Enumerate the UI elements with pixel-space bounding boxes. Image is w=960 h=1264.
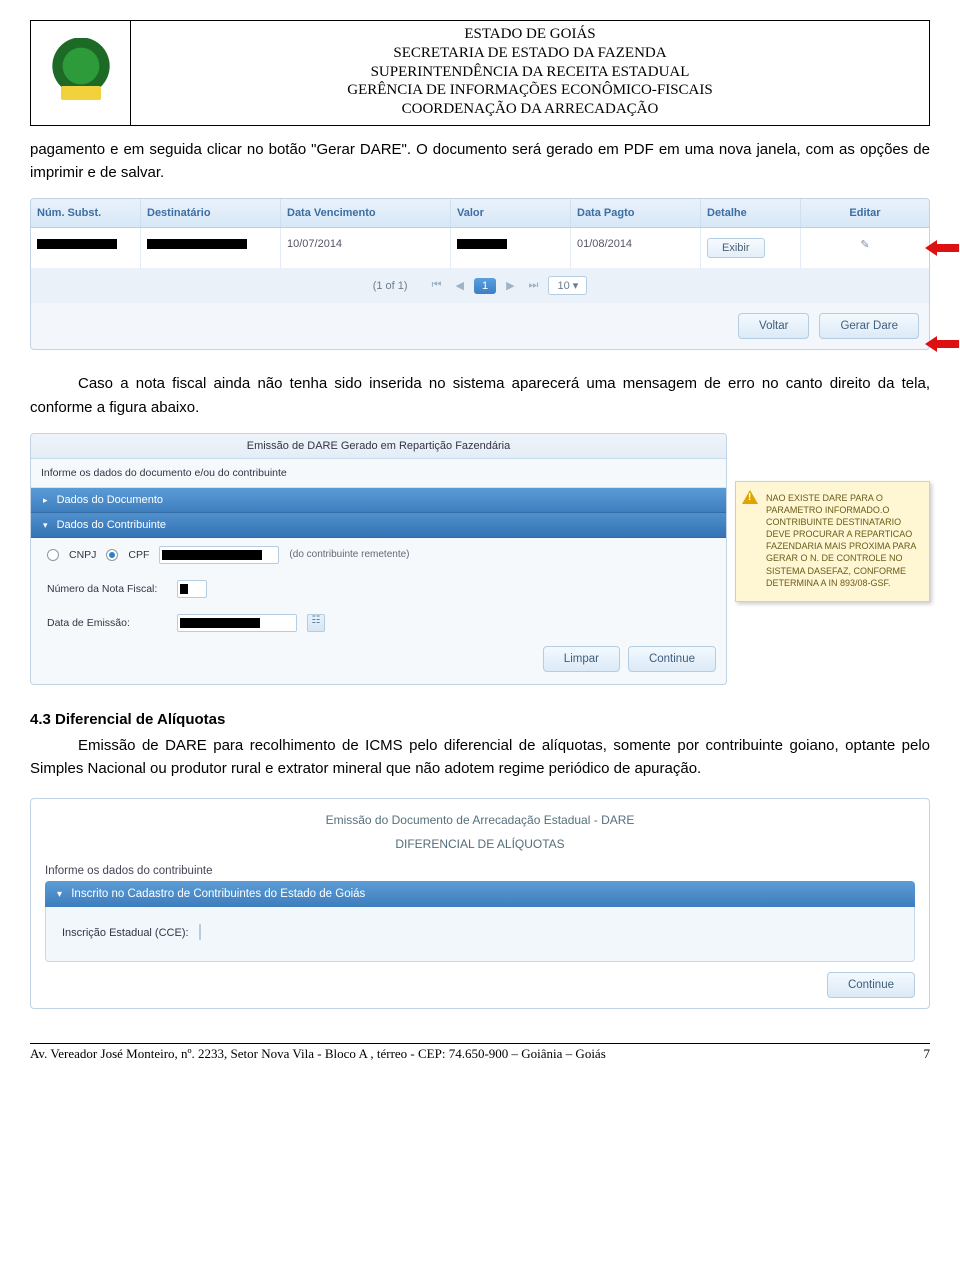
form-title: Emissão de DARE Gerado em Repartição Faz… [31,434,726,459]
radio-cpf[interactable] [106,549,118,561]
pager-current[interactable]: 1 [474,278,496,294]
row-data-emissao: Data de Emissão: ☷ [31,606,726,640]
cell-data-venc: 10/07/2014 [281,228,451,268]
action-button-row: Voltar Gerar Dare [31,303,929,343]
radio-cnpj[interactable] [47,549,59,561]
paginator: (1 of 1) ⏮ ◀ 1 ▶ ⏭ 10 ▾ [31,268,929,303]
table-row: 10/07/2014 01/08/2014 Exibir ✎ [31,228,929,268]
paragraph: Emissão de DARE para recolhimento de ICM… [30,734,930,781]
form-subtitle: DIFERENCIAL DE ALÍQUOTAS [45,833,915,861]
panel-header-inscrito[interactable]: ▾ Inscrito no Cadastro de Contribuintes … [45,881,915,907]
panel-body: Inscrição Estadual (CCE): [45,907,915,962]
col-header[interactable]: Detalhe [701,199,801,227]
row-nota-fiscal: Número da Nota Fiscal: [31,572,726,606]
page-number: 7 [924,1046,931,1062]
form-title: Emissão do Documento de Arrecadação Esta… [45,809,915,833]
pager-count: (1 of 1) [373,280,408,292]
warning-icon [742,490,758,506]
chevron-down-icon: ▾ [57,889,62,900]
letterhead-line: SUPERINTENDÊNCIA DA RECEITA ESTADUAL [139,63,921,82]
footer-address: Av. Vereador José Monteiro, nº. 2233, Se… [30,1046,606,1062]
pager-next-icon[interactable]: ▶ [502,279,518,292]
form-button-row: Continue [45,962,915,998]
limpar-button[interactable]: Limpar [543,646,620,672]
cell-detalhe: Exibir [701,228,801,268]
redacted [37,239,117,249]
screenshot-dare-form: Emissão de DARE Gerado em Repartição Faz… [30,433,727,685]
voltar-button[interactable]: Voltar [738,313,809,339]
label-cpf: CPF [128,549,149,561]
accordion-dados-contribuinte[interactable]: ▾ Dados do Contribuinte [31,513,726,538]
label-cnpj: CNPJ [69,549,96,561]
cell-num-subst [31,228,141,268]
pager-last-icon[interactable]: ⏭ [525,279,543,292]
pager-first-icon[interactable]: ⏮ [428,279,446,292]
chevron-down-icon: ▾ [43,520,48,531]
col-header[interactable]: Valor [451,199,571,227]
redacted [180,584,188,594]
accordion-label: Dados do Documento [57,494,163,506]
paragraph: pagamento e em seguida clicar no botão "… [30,138,930,185]
col-header[interactable]: Editar [801,199,929,227]
letterhead-line: COORDENAÇÃO DA ARRECADAÇÃO [139,100,921,119]
gerar-dare-button[interactable]: Gerar Dare [819,313,919,339]
accordion-label: Dados do Contribuinte [57,519,166,531]
chevron-right-icon: ▸ [43,495,48,506]
callout-arrow-icon [935,241,960,255]
screenshot-diferencial-aliquotas: Emissão do Documento de Arrecadação Esta… [30,798,930,1009]
redacted [180,618,260,628]
page-footer: Av. Vereador José Monteiro, nº. 2233, Se… [30,1044,930,1062]
form-subheader: Informe os dados do documento e/ou do co… [31,459,726,488]
edit-icon[interactable]: ✎ [860,239,869,251]
paragraph: Caso a nota fiscal ainda não tenha sido … [30,372,930,419]
label-nota: Número da Nota Fiscal: [47,583,167,595]
exibir-button[interactable]: Exibir [707,238,765,258]
hint-remetente: (do contribuinte remetente) [289,549,409,560]
calendar-icon[interactable]: ☷ [307,614,325,632]
callout-arrow-icon [935,337,960,351]
redacted [147,239,247,249]
warning-text: NAO EXISTE DARE PARA O PARAMETRO INFORMA… [766,493,916,588]
continue-button[interactable]: Continue [827,972,915,998]
screenshot-dare-table: Núm. Subst. Destinatário Data Vencimento… [30,198,930,350]
nota-input[interactable] [177,580,207,598]
state-crest-cell [31,21,131,125]
form-instruction: Informe os dados do contribuinte [45,865,915,877]
letterhead-line: SECRETARIA DE ESTADO DA FAZENDA [139,44,921,63]
letterhead-line: ESTADO DE GOIÁS [139,25,921,44]
redacted [162,550,262,560]
screenshot-with-warning: Emissão de DARE Gerado em Repartição Faz… [30,433,930,685]
pager-prev-icon[interactable]: ◀ [451,279,467,292]
section-heading: 4.3 Diferencial de Alíquotas [30,711,930,728]
label-data: Data de Emissão: [47,617,167,629]
table-header-row: Núm. Subst. Destinatário Data Vencimento… [31,199,929,228]
cell-data-pagto: 01/08/2014 [571,228,701,268]
cell-editar: ✎ [801,228,929,268]
col-header[interactable]: Núm. Subst. [31,199,141,227]
panel-header-label: Inscrito no Cadastro de Contribuintes do… [71,888,365,900]
col-header[interactable]: Data Pagto [571,199,701,227]
cell-destinatario [141,228,281,268]
goias-crest-icon [51,38,111,108]
pager-page-size-select[interactable]: 10 ▾ [548,276,587,295]
document-letterhead: ESTADO DE GOIÁS SECRETARIA DE ESTADO DA … [30,20,930,126]
letterhead-titles: ESTADO DE GOIÁS SECRETARIA DE ESTADO DA … [131,21,929,125]
cell-valor [451,228,571,268]
col-header[interactable]: Destinatário [141,199,281,227]
letterhead-line: GERÊNCIA DE INFORMAÇÕES ECONÔMICO-FISCAI… [139,81,921,100]
warning-toast: NAO EXISTE DARE PARA O PARAMETRO INFORMA… [735,481,930,602]
inscricao-estadual-input[interactable] [199,924,201,940]
data-emissao-input[interactable] [177,614,297,632]
form-button-row: Limpar Continue [31,640,726,678]
redacted [457,239,507,249]
continue-button[interactable]: Continue [628,646,716,672]
label-inscricao: Inscrição Estadual (CCE): [62,927,189,939]
col-header[interactable]: Data Vencimento [281,199,451,227]
cpf-input[interactable] [159,546,279,564]
accordion-dados-documento[interactable]: ▸ Dados do Documento [31,488,726,513]
row-doc-type: CNPJ CPF (do contribuinte remetente) [31,538,726,572]
